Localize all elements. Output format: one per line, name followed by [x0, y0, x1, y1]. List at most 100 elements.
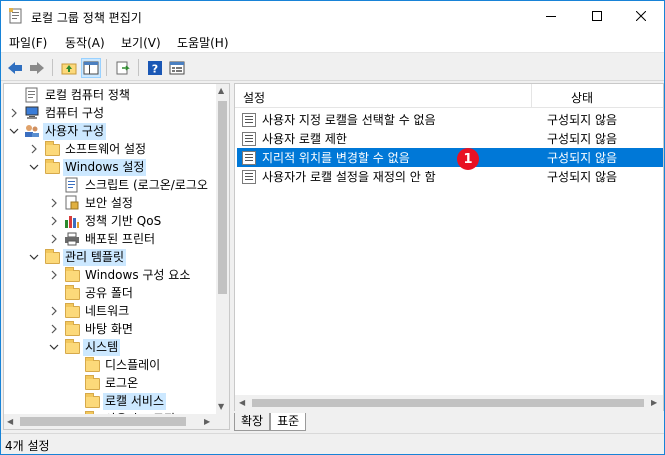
tree-item-label: 소프트웨어 설정 — [65, 141, 147, 156]
tree-item-label: 정책 기반 QoS — [85, 213, 162, 228]
scroll-right-icon[interactable]: ▶ — [651, 398, 657, 407]
tree-item[interactable]: 소프트웨어 설정 — [28, 140, 148, 158]
chevron-right-icon[interactable] — [48, 266, 60, 284]
toolbar: ? — [1, 54, 664, 81]
chevron-right-icon[interactable] — [8, 104, 20, 122]
policy-icon — [24, 87, 40, 103]
list-horizontal-scroll-thumb[interactable] — [252, 399, 644, 407]
scroll-left-icon[interactable]: ◀ — [239, 398, 245, 407]
close-icon — [636, 11, 646, 21]
setting-row[interactable]: 사용자 로캘 제한 구성되지 않음 — [237, 129, 663, 148]
tree-item[interactable]: 컴퓨터 구성 — [8, 104, 106, 122]
tree-item[interactable]: 시스템 — [48, 338, 121, 356]
folder-icon — [64, 321, 80, 337]
tab-extended[interactable]: 확장 — [234, 413, 271, 431]
chevron-right-icon[interactable] — [28, 140, 40, 158]
setting-state: 구성되지 않음 — [547, 170, 618, 184]
chevron-down-icon[interactable] — [28, 158, 40, 176]
tree-item[interactable]: 바탕 화면 — [48, 320, 135, 338]
menu-action[interactable]: 동작(A) — [65, 34, 105, 51]
tree-item-label: 컴퓨터 구성 — [45, 105, 105, 120]
setting-row[interactable]: 사용자 지정 로캘을 선택할 수 없음 구성되지 않음 — [237, 110, 663, 129]
tree-item-label: 스크립트 (로그온/로그오 — [85, 177, 208, 192]
forward-icon — [30, 62, 44, 74]
export-list-button[interactable] — [113, 58, 133, 78]
menu-view[interactable]: 보기(V) — [121, 34, 161, 51]
tree-item[interactable]: 로캘 서비스 — [68, 392, 167, 410]
menu-help[interactable]: 도움말(H) — [177, 34, 229, 51]
tree-pane[interactable]: 로컬 컴퓨터 정책 컴퓨터 구성사용자 구성 소프트웨어 설정 Windows 설정 스… — [3, 83, 230, 430]
help-button[interactable]: ? — [145, 58, 165, 78]
close-button[interactable] — [618, 1, 664, 31]
list-horizontal-scrollbar[interactable]: ◀ ▶ — [234, 395, 664, 411]
column-divider[interactable] — [531, 84, 532, 108]
tree-item-label: 바탕 화면 — [85, 321, 133, 336]
chevron-right-icon[interactable] — [48, 212, 60, 230]
tree-item[interactable]: 네트워크 — [48, 302, 131, 320]
back-button[interactable] — [5, 58, 25, 78]
tree-item[interactable]: Windows 구성 요소 — [48, 266, 192, 284]
export-list-icon — [116, 61, 130, 75]
tree-item[interactable]: 배포된 프린터 — [48, 230, 157, 248]
forward-button[interactable] — [27, 58, 47, 78]
security-icon — [64, 195, 80, 211]
show-hide-tree-icon — [83, 61, 99, 75]
scroll-left-icon[interactable]: ◀ — [7, 417, 13, 426]
app-icon — [9, 8, 22, 24]
menu-file[interactable]: 파일(F) — [9, 34, 47, 51]
tab-standard[interactable]: 표준 — [270, 413, 307, 431]
folder-icon — [64, 267, 80, 283]
tree-item-label: Windows 설정 — [63, 158, 147, 176]
scroll-down-icon[interactable]: ▼ — [218, 402, 224, 411]
chevron-right-icon[interactable] — [48, 230, 60, 248]
folder-icon — [64, 303, 80, 319]
tree-item[interactable]: 관리 템플릿 — [28, 248, 127, 266]
column-header-setting[interactable]: 설정 — [243, 89, 265, 106]
chevron-down-icon[interactable] — [28, 248, 40, 266]
properties-button[interactable] — [167, 58, 187, 78]
scroll-up-icon[interactable]: ▲ — [218, 86, 224, 95]
help-icon: ? — [148, 61, 162, 76]
chevron-down-icon[interactable] — [48, 338, 60, 356]
policy-setting-icon — [242, 112, 256, 127]
up-folder-icon — [61, 63, 77, 75]
tree-item[interactable]: Windows 설정 — [28, 158, 147, 176]
up-folder-button[interactable] — [59, 58, 79, 78]
tree-item[interactable]: 정책 기반 QoS — [48, 212, 163, 230]
tree-item[interactable]: 공유 폴더 — [48, 284, 135, 302]
show-hide-tree-button[interactable] — [81, 58, 101, 78]
chevron-right-icon[interactable] — [48, 302, 60, 320]
chart-icon — [64, 213, 80, 229]
maximize-button[interactable] — [574, 1, 620, 31]
tree-item[interactable]: 스크립트 (로그온/로그오 — [48, 176, 210, 194]
scroll-right-icon[interactable]: ▶ — [204, 417, 210, 426]
status-text: 4개 설정 — [5, 439, 50, 453]
setting-state: 구성되지 않음 — [547, 113, 618, 127]
chevron-right-icon[interactable] — [48, 320, 60, 338]
tree-item-label: 관리 템플릿 — [63, 248, 127, 266]
policy-editor-window: 로컬 그룹 정책 편집기 파일(F) 동작(A) 보기(V) 도움말(H) ? … — [0, 0, 665, 455]
tree-vertical-scroll-thumb[interactable] — [218, 101, 227, 294]
setting-name: 사용자 지정 로캘을 선택할 수 없음 — [262, 113, 436, 127]
tree-item[interactable]: 로그온 — [68, 374, 140, 392]
tree-item[interactable]: 디스플레이 — [68, 356, 162, 374]
tree-horizontal-scroll-thumb[interactable] — [20, 417, 186, 426]
chevron-down-icon[interactable] — [8, 122, 20, 140]
tree-item[interactable]: 보안 설정 — [48, 194, 135, 212]
chevron-right-icon[interactable] — [48, 194, 60, 212]
list-header: 설정 상태 — [235, 84, 663, 108]
setting-row[interactable]: 지리적 위치를 변경할 수 없음 구성되지 않음 — [237, 148, 663, 167]
folder-icon — [84, 375, 100, 391]
setting-row[interactable]: 사용자가 로캘 설정을 재정의 안 함 구성되지 않음 — [237, 167, 663, 186]
minimize-button[interactable] — [528, 1, 574, 31]
tree-item[interactable]: 사용자 구성 — [8, 122, 107, 140]
setting-state: 구성되지 않음 — [547, 151, 618, 165]
column-header-state[interactable]: 상태 — [571, 89, 593, 106]
tree-horizontal-scrollbar[interactable]: ◀ ▶ — [4, 414, 229, 429]
tree-vertical-scrollbar[interactable]: ▲ ▼ — [216, 84, 229, 414]
tree-item[interactable]: 로컬 컴퓨터 정책 — [8, 86, 132, 104]
